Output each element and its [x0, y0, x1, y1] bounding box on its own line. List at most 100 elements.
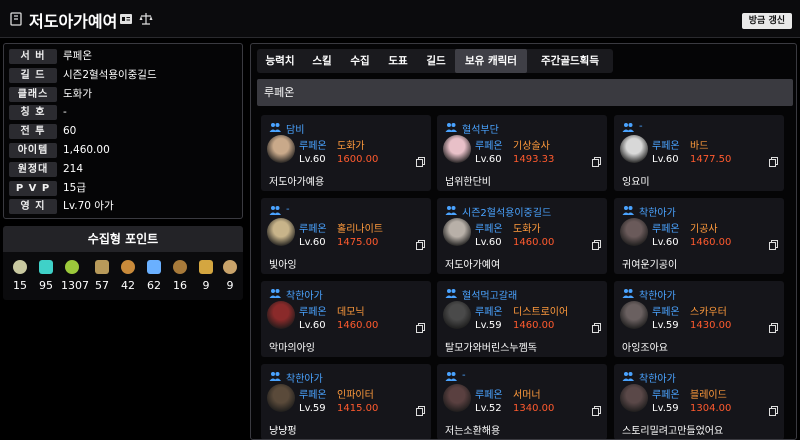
character-name: 탈모가와버린스누껨독 — [445, 343, 537, 354]
character-card[interactable]: 착한아가 루페온 블레이드 Lv.59 1304.00 스토리밀려고만들었어요 — [614, 364, 784, 439]
collection-item[interactable]: 95 — [35, 260, 57, 292]
character-class: 홀리나이트 — [337, 224, 383, 235]
character-class: 도화가 — [337, 141, 365, 152]
guild-members-icon — [445, 289, 457, 298]
item-level: 1460.00 — [513, 320, 555, 331]
collection-item[interactable]: 62 — [143, 260, 165, 292]
collection-item[interactable]: 16 — [169, 260, 191, 292]
character-card[interactable]: - 루페온 홀리나이트 Lv.60 1475.00 빛아잉 — [261, 198, 431, 274]
collection-item[interactable]: 42 — [117, 260, 139, 292]
character-name-title: 저도아가예여 — [29, 12, 118, 31]
guild-name[interactable]: 착한아가 — [639, 287, 676, 302]
tab-3[interactable]: 도표 — [379, 49, 417, 73]
info-label: 길 드 — [9, 67, 57, 83]
info-value: 시즌2혈석용이중길드 — [63, 68, 157, 81]
character-avatar — [620, 301, 648, 329]
collection-value: 62 — [147, 279, 161, 292]
collection-item[interactable]: 1307 — [61, 260, 89, 292]
guild-name[interactable]: 착한아가 — [639, 370, 676, 385]
copy-icon[interactable] — [416, 323, 425, 333]
info-value: Lv.70 아가 — [63, 200, 114, 213]
copy-icon[interactable] — [769, 157, 778, 167]
guild-name[interactable]: 혈석부단 — [462, 121, 499, 136]
guild-name[interactable]: 착한아가 — [286, 370, 323, 385]
character-avatar — [443, 135, 471, 163]
collection-item[interactable]: 9 — [195, 260, 217, 292]
character-level: Lv.59 — [652, 320, 679, 331]
character-class: 스카우터 — [690, 307, 727, 318]
character-level: Lv.60 — [652, 154, 679, 165]
copy-icon[interactable] — [592, 323, 601, 333]
guild-name[interactable]: - — [286, 204, 290, 215]
copy-icon[interactable] — [592, 240, 601, 250]
guild-name[interactable]: 담비 — [286, 121, 304, 136]
tab-2[interactable]: 수집 — [341, 49, 379, 73]
copy-icon[interactable] — [769, 323, 778, 333]
giant-heart-icon — [65, 260, 79, 274]
tab-6[interactable]: 주간골드획득 — [527, 49, 613, 73]
character-card[interactable]: 착한아가 루페온 기공사 Lv.60 1460.00 귀여운기공이 — [614, 198, 784, 274]
guild-members-icon — [445, 372, 457, 381]
guild-members-icon — [622, 372, 634, 381]
character-card[interactable]: 착한아가 루페온 데모닉 Lv.60 1460.00 악마의아잉 — [261, 281, 431, 357]
tab-1[interactable]: 스킬 — [303, 49, 341, 73]
guild-name[interactable]: - — [462, 370, 466, 381]
character-class: 바드 — [690, 141, 709, 152]
item-level: 1340.00 — [513, 403, 555, 414]
character-avatar — [443, 384, 471, 412]
refresh-button[interactable]: 방금 갱신 — [741, 13, 792, 29]
tab-0[interactable]: 능력치 — [257, 49, 303, 73]
tab-4[interactable]: 길드 — [417, 49, 455, 73]
copy-icon[interactable] — [416, 157, 425, 167]
copy-icon[interactable] — [592, 157, 601, 167]
character-server: 루페온 — [299, 390, 327, 401]
info-value: 루페온 — [63, 50, 92, 62]
character-server: 루페온 — [475, 141, 503, 152]
tab-5[interactable]: 보유 캐릭터 — [455, 49, 527, 73]
character-level: Lv.60 — [475, 154, 502, 165]
scale-icon[interactable] — [139, 12, 153, 26]
character-card[interactable]: 혈석먹고갈래 루페온 디스트로이어 Lv.59 1460.00 탈모가와버린스누껨독 — [437, 281, 607, 357]
guild-name[interactable]: - — [639, 121, 643, 132]
guild-name[interactable]: 착한아가 — [639, 204, 676, 219]
character-server: 루페온 — [299, 307, 327, 318]
guild-name[interactable]: 시즌2혈석용이중길드 — [462, 204, 551, 219]
character-name: 빛아잉 — [269, 260, 297, 271]
character-level: Lv.52 — [475, 403, 502, 414]
character-level: Lv.59 — [652, 403, 679, 414]
art-piece-icon — [95, 260, 109, 274]
item-level: 1304.00 — [690, 403, 732, 414]
character-name: 아잉조아요 — [622, 343, 668, 354]
character-card[interactable]: 담비 루페온 도화가 Lv.60 1600.00 저도아가예용 — [261, 115, 431, 191]
copy-icon[interactable] — [592, 406, 601, 416]
info-label: 칭 호 — [9, 105, 57, 121]
character-class: 도화가 — [513, 224, 541, 235]
info-value: 1,460.00 — [63, 144, 110, 156]
collection-value: 15 — [13, 279, 27, 292]
character-card[interactable]: - 루페온 바드 Lv.60 1477.50 잉요미 — [614, 115, 784, 191]
collection-item[interactable]: 9 — [219, 260, 241, 292]
copy-icon[interactable] — [416, 240, 425, 250]
character-avatar — [620, 218, 648, 246]
item-level: 1460.00 — [513, 237, 555, 248]
info-label: P V P — [9, 180, 57, 196]
id-card-icon[interactable] — [119, 12, 133, 26]
copy-icon[interactable] — [769, 406, 778, 416]
guild-members-icon — [269, 289, 281, 298]
profile-header: 저도아가예여 방금 갱신 — [0, 0, 800, 38]
character-card[interactable]: - 루페온 서머너 Lv.52 1340.00 저는소환해용 — [437, 364, 607, 439]
character-card[interactable]: 착한아가 루페온 스카우터 Lv.59 1430.00 아잉조아요 — [614, 281, 784, 357]
collection-item[interactable]: 15 — [9, 260, 31, 292]
character-server: 루페온 — [652, 141, 680, 152]
character-card[interactable]: 혈석부단 루페온 기상술사 Lv.60 1493.33 넙위한단비 — [437, 115, 607, 191]
bookmark-icon[interactable] — [9, 12, 23, 26]
collection-item[interactable]: 57 — [91, 260, 113, 292]
copy-icon[interactable] — [769, 240, 778, 250]
character-card[interactable]: 착한아가 루페온 인파이터 Lv.59 1415.00 냥냥펑 — [261, 364, 431, 439]
character-card[interactable]: 시즌2혈석용이중길드 루페온 도화가 Lv.60 1460.00 저도아가예여 — [437, 198, 607, 274]
collection-value: 42 — [121, 279, 135, 292]
character-avatar — [267, 384, 295, 412]
guild-name[interactable]: 착한아가 — [286, 287, 323, 302]
copy-icon[interactable] — [416, 406, 425, 416]
guild-name[interactable]: 혈석먹고갈래 — [462, 287, 517, 302]
